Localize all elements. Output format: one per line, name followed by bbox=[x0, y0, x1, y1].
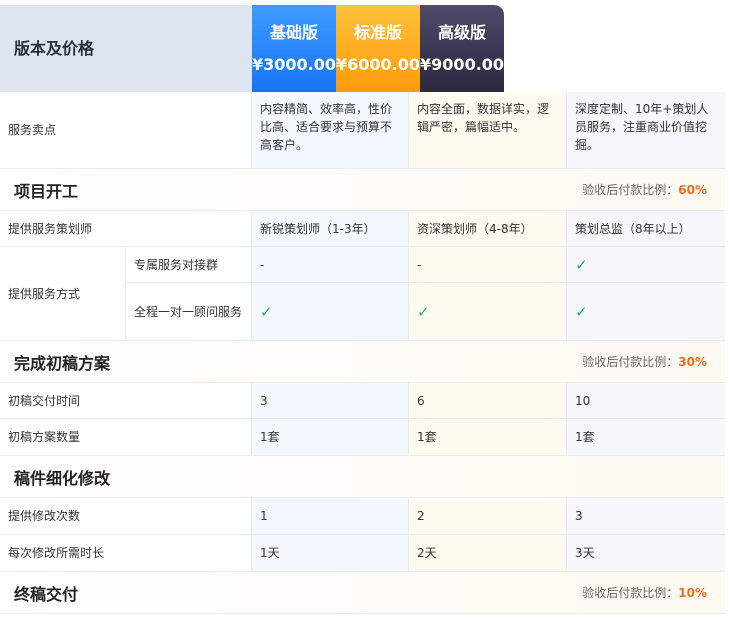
plan-basic-price: ¥3000.00 bbox=[252, 54, 337, 74]
payment-ratio-value: 10% bbox=[678, 586, 707, 600]
service-mode-value-basic: - bbox=[252, 247, 409, 283]
revision-time-row: 每次修改所需时长 1天 2天 3天 bbox=[0, 535, 725, 572]
service-mode-sub-label: 专属服务对接群 bbox=[126, 247, 252, 283]
section-first-draft: 完成初稿方案 验收后付款比例：30% bbox=[0, 341, 725, 383]
plan-basic-header[interactable]: 基础版 ¥3000.00 bbox=[252, 5, 337, 92]
revisions-advanced: 3 bbox=[567, 498, 725, 535]
check-icon: ✓ bbox=[575, 255, 588, 274]
draft-count-advanced: 1套 bbox=[567, 419, 725, 456]
planner-standard: 资深策划师（4-8年） bbox=[409, 211, 567, 247]
service-mode-value-advanced: ✓ bbox=[567, 283, 725, 341]
draft-time-basic: 3 bbox=[252, 383, 409, 419]
section-title: 项目开工 bbox=[14, 181, 79, 201]
payment-ratio: 验收后付款比例：30% bbox=[582, 353, 707, 370]
draft-count-basic: 1套 bbox=[252, 419, 409, 456]
payment-ratio-value: 30% bbox=[678, 355, 707, 369]
revision-time-basic: 1天 bbox=[252, 535, 409, 572]
payment-ratio-value: 60% bbox=[678, 183, 707, 197]
draft-count-label: 初稿方案数量 bbox=[0, 419, 252, 456]
section-revision: 稿件细化修改 bbox=[0, 456, 725, 498]
pricing-header-row: 版本及价格 基础版 ¥3000.00 标准版 ¥6000.00 高级版 ¥900… bbox=[0, 5, 725, 92]
draft-count-standard: 1套 bbox=[409, 419, 567, 456]
revisions-row: 提供修改次数 1 2 3 bbox=[0, 498, 725, 535]
draft-time-label: 初稿交付时间 bbox=[0, 383, 252, 419]
plan-advanced-header[interactable]: 高级版 ¥9000.00 bbox=[420, 5, 505, 92]
revisions-basic: 1 bbox=[252, 498, 409, 535]
payment-ratio-label: 验收后付款比例： bbox=[582, 183, 679, 197]
planner-row: 提供服务策划师 新锐策划师（1-3年） 资深策划师（4-8年） 策划总监（8年以… bbox=[0, 211, 725, 247]
planner-advanced: 策划总监（8年以上） bbox=[567, 211, 725, 247]
plan-advanced-name: 高级版 bbox=[438, 22, 487, 42]
revision-time-standard: 2天 bbox=[409, 535, 567, 572]
service-mode-row-consultant: 全程一对一顾问服务 ✓ ✓ ✓ bbox=[126, 283, 725, 341]
selling-points-label: 服务卖点 bbox=[0, 92, 252, 169]
draft-time-advanced: 10 bbox=[567, 383, 725, 419]
payment-ratio-label: 验收后付款比例： bbox=[582, 355, 679, 369]
revision-time-advanced: 3天 bbox=[567, 535, 725, 572]
revisions-label: 提供修改次数 bbox=[0, 498, 252, 535]
plan-advanced-price: ¥9000.00 bbox=[420, 54, 505, 74]
revision-time-label: 每次修改所需时长 bbox=[0, 535, 252, 572]
payment-ratio: 验收后付款比例：10% bbox=[582, 584, 707, 601]
selling-point-standard: 内容全面，数据详实，逻辑严密，篇幅适中。 bbox=[409, 92, 567, 169]
pricing-table: 版本及价格 基础版 ¥3000.00 标准版 ¥6000.00 高级版 ¥900… bbox=[0, 0, 731, 617]
service-mode-sub-label: 全程一对一顾问服务 bbox=[126, 283, 252, 341]
service-mode-label: 提供服务方式 bbox=[0, 247, 126, 341]
plan-basic-name: 基础版 bbox=[270, 22, 319, 42]
check-icon: ✓ bbox=[260, 302, 273, 321]
draft-count-row: 初稿方案数量 1套 1套 1套 bbox=[0, 419, 725, 456]
service-mode-value-standard: ✓ bbox=[409, 283, 567, 341]
payment-ratio: 验收后付款比例：60% bbox=[582, 181, 707, 198]
revisions-standard: 2 bbox=[409, 498, 567, 535]
planner-label: 提供服务策划师 bbox=[0, 211, 252, 247]
draft-time-standard: 6 bbox=[409, 383, 567, 419]
selling-point-advanced: 深度定制、10年+策划人员服务，注重商业价值挖掘。 bbox=[567, 92, 725, 169]
version-price-label: 版本及价格 bbox=[0, 5, 252, 92]
section-project-start: 项目开工 验收后付款比例：60% bbox=[0, 169, 725, 211]
service-mode-group: 提供服务方式 专属服务对接群 - - ✓ 全程一对一顾问服务 ✓ ✓ ✓ bbox=[0, 247, 725, 341]
service-mode-row-group: 专属服务对接群 - - ✓ bbox=[126, 247, 725, 283]
plan-standard-price: ¥6000.00 bbox=[336, 54, 421, 74]
selling-points-row: 服务卖点 内容精简、效率高，性价比高、适合要求与预算不高客户。 内容全面，数据详… bbox=[0, 92, 725, 169]
section-title: 完成初稿方案 bbox=[14, 353, 111, 373]
service-mode-value-basic: ✓ bbox=[252, 283, 409, 341]
check-icon: ✓ bbox=[575, 302, 588, 321]
payment-ratio-label: 验收后付款比例： bbox=[582, 586, 679, 600]
section-title: 终稿交付 bbox=[14, 584, 79, 604]
section-title: 稿件细化修改 bbox=[14, 468, 111, 488]
service-mode-value-advanced: ✓ bbox=[567, 247, 725, 283]
draft-time-row: 初稿交付时间 3 6 10 bbox=[0, 383, 725, 419]
planner-basic: 新锐策划师（1-3年） bbox=[252, 211, 409, 247]
section-final-delivery: 终稿交付 验收后付款比例：10% bbox=[0, 572, 725, 614]
plan-standard-header[interactable]: 标准版 ¥6000.00 bbox=[336, 5, 421, 92]
check-icon: ✓ bbox=[417, 302, 430, 321]
service-mode-value-standard: - bbox=[409, 247, 567, 283]
plan-standard-name: 标准版 bbox=[354, 22, 403, 42]
selling-point-basic: 内容精简、效率高，性价比高、适合要求与预算不高客户。 bbox=[252, 92, 409, 169]
